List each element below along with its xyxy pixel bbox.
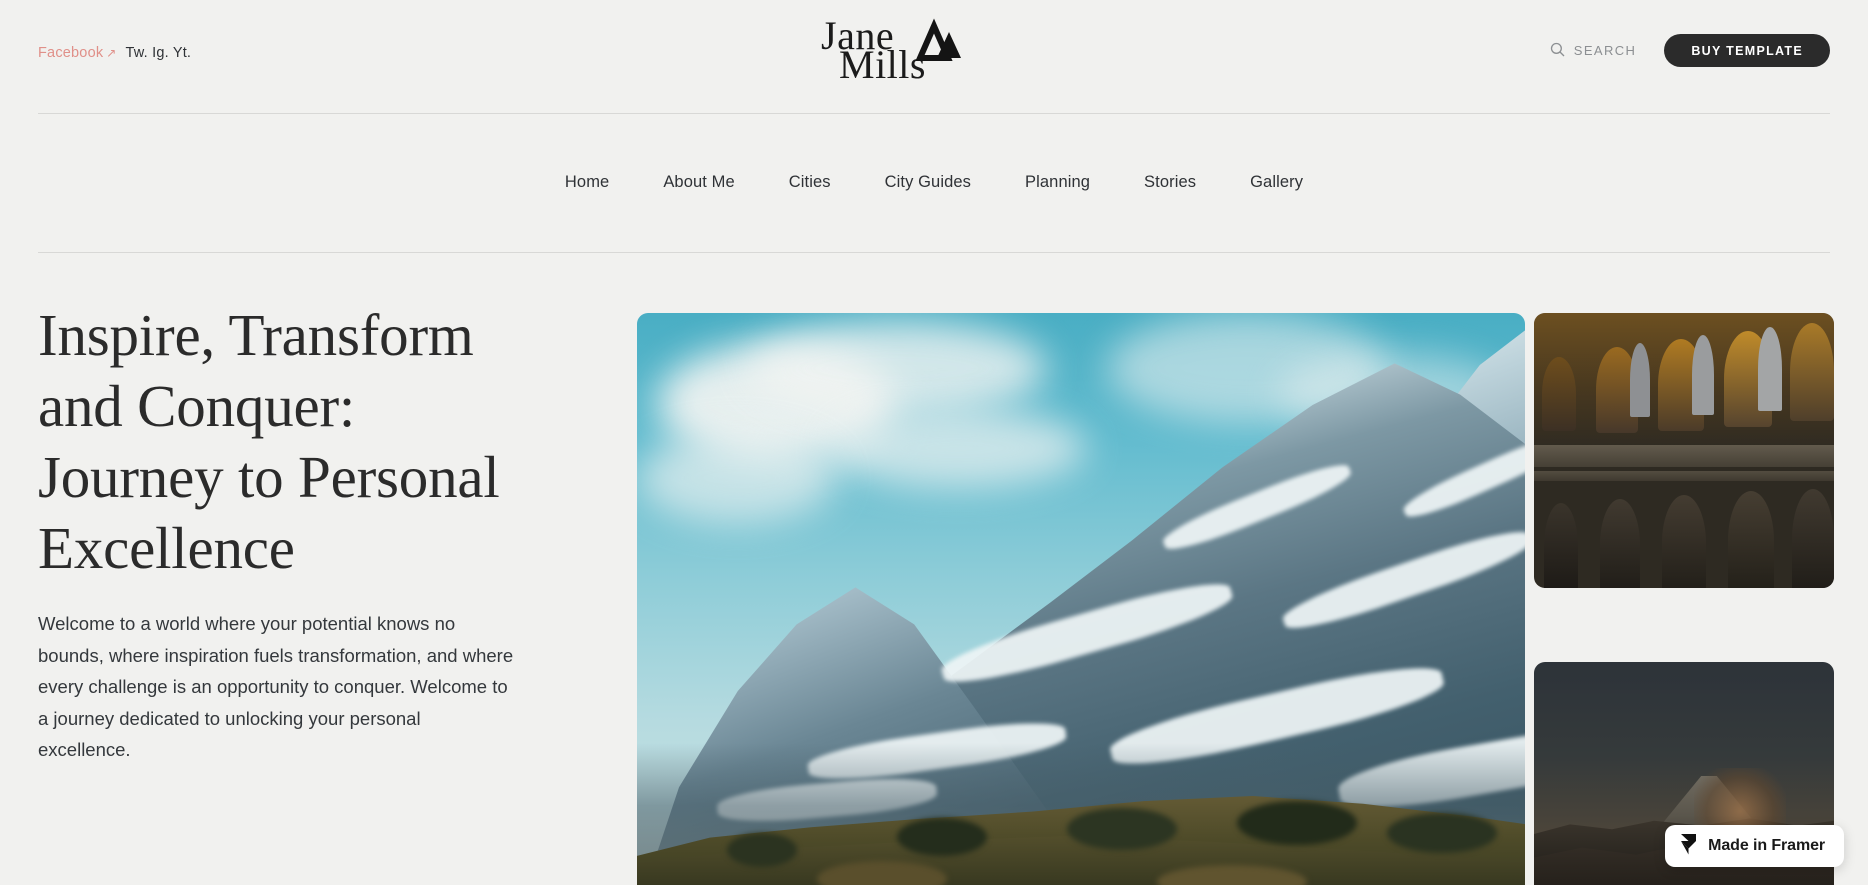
made-in-framer-label: Made in Framer	[1708, 837, 1825, 854]
scrub-bush	[1387, 813, 1497, 853]
social-links-secondary[interactable]: Tw. Ig. Yt.	[126, 45, 192, 61]
scrub-bush	[897, 818, 987, 856]
lower-arch	[1544, 503, 1578, 588]
snow-capped-mountain-range-photo[interactable]	[637, 313, 1525, 885]
site-logo[interactable]: Jane Mills	[819, 16, 1049, 88]
colosseum-rome-photo[interactable]	[1534, 313, 1834, 588]
nav-item-home[interactable]: Home	[538, 173, 636, 192]
main-navigation: Home About Me Cities City Guides Plannin…	[0, 113, 1868, 252]
topbar: Facebook ↗ Tw. Ig. Yt. Jane Mills SEARCH…	[0, 0, 1868, 113]
hero-text-block: Inspire, Transform and Conquer: Journey …	[38, 300, 538, 766]
made-in-framer-badge[interactable]: Made in Framer	[1665, 825, 1844, 867]
page-title: Inspire, Transform and Conquer: Journey …	[38, 302, 500, 581]
external-link-arrow-icon: ↗	[106, 46, 117, 60]
search-button-label: SEARCH	[1573, 43, 1637, 58]
page-root: Facebook ↗ Tw. Ig. Yt. Jane Mills SEARCH…	[0, 0, 1868, 885]
social-link-facebook[interactable]: Facebook ↗	[38, 45, 117, 61]
cloud	[637, 433, 837, 523]
lower-arch	[1662, 495, 1706, 588]
arch-opening	[1630, 343, 1650, 417]
nav-item-city-guides[interactable]: City Guides	[858, 173, 998, 192]
lower-arch	[1792, 489, 1834, 588]
nav-item-stories[interactable]: Stories	[1117, 173, 1223, 192]
cornice-band	[1534, 471, 1834, 481]
search-icon	[1550, 42, 1565, 60]
framer-logo-icon	[1680, 833, 1697, 860]
search-button[interactable]: SEARCH	[1550, 42, 1637, 60]
lower-arch	[1728, 491, 1774, 588]
arch-opening	[1692, 335, 1714, 415]
social-link-facebook-label: Facebook	[38, 45, 104, 61]
buy-template-button[interactable]: BUY TEMPLATE	[1664, 34, 1830, 67]
nav-item-cities[interactable]: Cities	[762, 173, 858, 192]
arch-opening	[1758, 327, 1782, 411]
lower-arch	[1600, 499, 1640, 588]
mountain-peaks-icon	[907, 18, 963, 67]
cloud	[747, 321, 1047, 416]
nav-item-planning[interactable]: Planning	[998, 173, 1117, 192]
social-links: Facebook ↗ Tw. Ig. Yt.	[38, 45, 191, 61]
cloud	[827, 408, 1087, 488]
hero-description: Welcome to a world where your potential …	[38, 613, 514, 760]
upper-arch	[1790, 323, 1834, 421]
header-tools: SEARCH BUY TEMPLATE	[1550, 34, 1830, 67]
divider-below-nav	[38, 252, 1830, 253]
cornice-band	[1534, 445, 1834, 467]
scrub-bush	[1067, 808, 1177, 850]
nav-item-about-me[interactable]: About Me	[636, 173, 761, 192]
upper-arch	[1542, 357, 1576, 431]
scrub-bush	[1237, 801, 1357, 845]
scrub-bush	[727, 833, 797, 867]
nav-item-gallery[interactable]: Gallery	[1223, 173, 1330, 192]
